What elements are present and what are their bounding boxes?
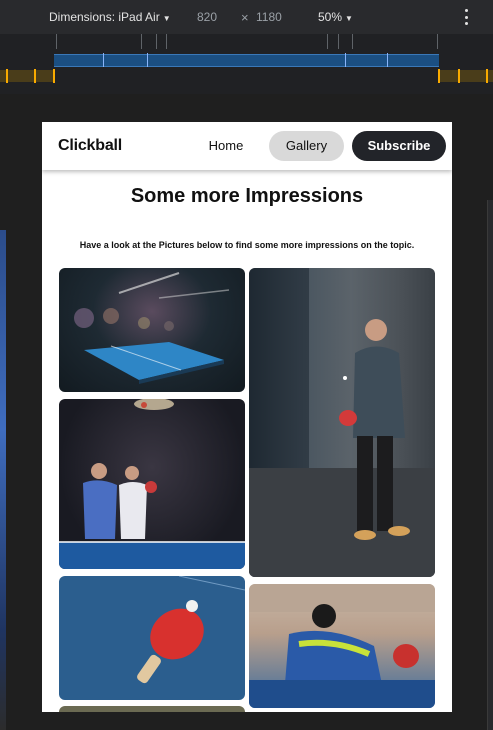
desktop-background: [0, 230, 6, 730]
page-title: Some more Impressions: [130, 185, 364, 207]
navbar: Clickball Home Gallery Subscribe: [42, 122, 452, 170]
ruler-tick: [166, 34, 167, 49]
gallery-image-doubles-players[interactable]: [59, 399, 245, 569]
dimensions-dropdown[interactable]: Dimensions: iPad Air ▼: [49, 10, 171, 24]
ruler-tick: [352, 34, 353, 49]
nav-gallery-link[interactable]: Gallery: [269, 131, 344, 161]
gallery-image-player-portrait[interactable]: [249, 268, 435, 577]
page-viewport: Clickball Home Gallery Subscribe Some mo…: [42, 122, 452, 712]
nav-home-link[interactable]: Home: [194, 131, 258, 161]
device-toolbar: Dimensions: iPad Air ▼ 820 × 1180 50% ▼: [0, 0, 493, 35]
ruler-tick: [141, 34, 142, 49]
query-marker: [486, 69, 488, 83]
query-marker: [34, 69, 36, 83]
dimensions-label: Dimensions: iPad Air: [49, 10, 160, 24]
times-icon: ×: [241, 10, 249, 25]
more-options-icon[interactable]: [461, 9, 471, 25]
media-query-bar: [0, 34, 493, 94]
zoom-dropdown[interactable]: 50% ▼: [318, 10, 353, 24]
ruler-tick: [338, 34, 339, 49]
subscribe-button[interactable]: Subscribe: [352, 131, 446, 161]
min-width-query-bar[interactable]: [438, 70, 493, 82]
caret-down-icon: ▼: [162, 14, 171, 23]
query-marker: [6, 69, 8, 83]
gallery-image-match-player[interactable]: [249, 584, 435, 708]
gallery-image-paddle-ball[interactable]: [59, 576, 245, 700]
gallery-image-cropped[interactable]: [59, 706, 245, 712]
ruler-tick: [437, 34, 438, 49]
height-input[interactable]: 1180: [256, 10, 282, 24]
ruler-tick: [327, 34, 328, 49]
zoom-label: 50%: [318, 10, 343, 24]
page-subtitle: Have a look at the Pictures below to fin…: [79, 240, 415, 250]
devtools-panel-edge: [487, 200, 493, 730]
query-marker: [458, 69, 460, 83]
brand-logo[interactable]: Clickball: [58, 137, 122, 155]
ruler-tick: [56, 34, 57, 49]
query-marker: [147, 53, 148, 67]
caret-down-icon: ▼: [345, 14, 353, 23]
ruler-tick: [156, 34, 157, 49]
gallery-image-table-hall[interactable]: [59, 268, 245, 392]
width-input[interactable]: 820: [197, 10, 217, 24]
query-marker: [387, 53, 388, 67]
min-width-query-bar[interactable]: [0, 70, 55, 82]
query-marker: [53, 69, 55, 83]
query-marker: [103, 53, 104, 67]
max-width-query-bar[interactable]: [54, 54, 439, 67]
query-marker: [438, 69, 440, 83]
query-marker: [345, 53, 346, 67]
